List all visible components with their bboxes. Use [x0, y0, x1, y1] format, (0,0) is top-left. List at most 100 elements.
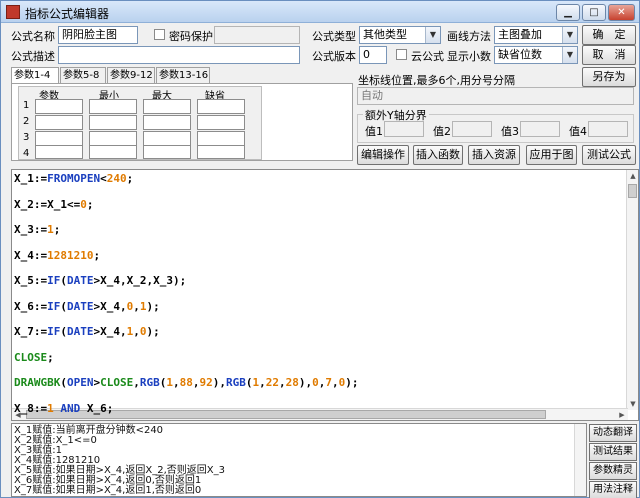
formula-version-label: 公式版本 [312, 50, 356, 63]
param-max-input[interactable] [143, 145, 191, 159]
param-max-input[interactable] [143, 99, 191, 114]
chevron-down-icon: ▼ [562, 27, 577, 43]
code-editor[interactable]: ▲ ▼ ◀ ▶ X_1:=FROMOPEN<240; X_2:=X_1<=0; X_… [11, 169, 639, 421]
translation-output[interactable]: X_1赋值:当前离开盘分钟数<240 X_2赋值:X_1<=0 X_3赋值:1 X_4… [11, 423, 587, 497]
formula-desc-label: 公式描述 [11, 50, 55, 63]
code-token: 1 [47, 401, 54, 415]
param-default-input[interactable] [197, 115, 245, 130]
cancel-button[interactable]: 取 消 [582, 45, 636, 65]
password-checkbox[interactable] [154, 29, 165, 40]
code-line: X_7:=IF(DATE>X_4,1,0); [14, 325, 160, 338]
test-formula-button[interactable]: 测试公式 [582, 145, 636, 165]
code-token: 1281210 [47, 248, 94, 262]
tab-params-1-4[interactable]: 参数1-4 [11, 67, 59, 83]
apply-to-chart-button[interactable]: 应用于图 [526, 145, 577, 165]
formula-version-input[interactable]: 0 [359, 46, 387, 64]
param-max-input[interactable] [143, 115, 191, 130]
draw-method-label: 画线方法 [447, 30, 491, 43]
code-line: X_3:=1; [14, 223, 60, 236]
formula-type-select[interactable]: 其他类型 ▼ [359, 26, 441, 44]
formula-type-value: 其他类型 [363, 28, 407, 41]
code-token: 92 [199, 376, 213, 389]
yaxis-value-2-input[interactable] [452, 121, 492, 137]
param-default-input[interactable] [197, 131, 245, 146]
param-row-number: 3 [23, 132, 30, 143]
param-default-input[interactable] [197, 145, 245, 159]
code-token: X_8:= [14, 401, 48, 415]
param-min-input[interactable] [89, 131, 137, 146]
maximize-button[interactable]: □ [582, 4, 606, 21]
formula-desc-input[interactable] [58, 46, 300, 64]
close-button[interactable]: ✕ [608, 4, 635, 21]
scroll-down-icon[interactable]: ▼ [627, 398, 638, 410]
coord-line-label: 坐标线位置,最多6个,用分号分隔 [358, 74, 515, 87]
ok-button[interactable]: 确 定 [582, 25, 636, 45]
output-vertical-scrollbar[interactable] [574, 424, 586, 496]
code-token: 0 [80, 197, 87, 211]
minimize-button[interactable]: ▁ [556, 4, 580, 21]
yaxis-value-1-input[interactable] [384, 121, 424, 137]
code-token: ); [345, 376, 359, 389]
code-token: , [278, 376, 286, 389]
param-name-input[interactable] [35, 99, 83, 114]
param-min-input[interactable] [89, 145, 137, 159]
tab-params-9-12[interactable]: 参数9-12 [107, 67, 155, 83]
code-token: >X_4,X_2,X_3); [93, 274, 187, 287]
code-token: ( [60, 376, 67, 389]
params-panel: 参数 最小 最大 缺省 1 2 3 4 [11, 83, 353, 161]
test-result-button[interactable]: 测试结果 [589, 443, 637, 461]
code-token: ( [60, 325, 67, 338]
save-as-button[interactable]: 另存为 [582, 67, 636, 87]
code-token: ), [298, 376, 313, 389]
draw-method-select[interactable]: 主图叠加 ▼ [494, 26, 578, 44]
yaxis-value-label: 值4 [569, 125, 587, 138]
coord-line-input[interactable]: 自动 [357, 87, 634, 105]
dynamic-translate-button[interactable]: 动态翻译 [589, 424, 637, 442]
param-name-input[interactable] [35, 131, 83, 146]
code-line: X_5:=IF(DATE>X_4,X_2,X_3); [14, 274, 186, 287]
formula-editor-window: 指标公式编辑器 ▁ □ ✕ 公式名称 阴阳脸主图 密码保护 公式类型 其他类型 … [0, 0, 640, 498]
code-token: 88 [179, 376, 193, 389]
code-token: X_4:= [14, 248, 48, 262]
cloud-formula-checkbox[interactable] [396, 49, 407, 60]
param-min-input[interactable] [89, 99, 137, 114]
yaxis-value-3-input[interactable] [520, 121, 560, 137]
tab-params-13-16[interactable]: 参数13-16 [156, 67, 210, 83]
param-default-input[interactable] [197, 99, 245, 114]
yaxis-value-4-input[interactable] [588, 121, 628, 137]
app-icon [6, 5, 20, 19]
editor-vertical-scrollbar[interactable]: ▲ ▼ [626, 170, 638, 410]
params-grid: 参数 最小 最大 缺省 1 2 3 4 [18, 86, 262, 160]
scroll-right-icon[interactable]: ▶ [616, 409, 628, 420]
param-name-input[interactable] [35, 145, 83, 159]
formula-name-input[interactable]: 阴阳脸主图 [58, 26, 138, 44]
decimals-select[interactable]: 缺省位数 ▼ [494, 46, 578, 64]
code-token: 240 [106, 172, 127, 185]
param-min-input[interactable] [89, 115, 137, 130]
param-name-input[interactable] [35, 115, 83, 130]
code-token: ; [47, 350, 54, 364]
param-wizard-button[interactable]: 参数精灵 [589, 462, 637, 480]
code-token: ); [146, 325, 160, 338]
edit-operation-button[interactable]: 编辑操作 [357, 145, 409, 165]
insert-function-button[interactable]: 插入函数 [413, 145, 463, 165]
code-token: CLOSE [100, 376, 134, 389]
code-token: IF [47, 274, 61, 287]
tab-params-5-8[interactable]: 参数5-8 [60, 67, 106, 83]
password-input[interactable] [214, 26, 300, 44]
usage-notes-button[interactable]: 用法注释 [589, 481, 637, 498]
title-bar[interactable]: 指标公式编辑器 ▁ □ ✕ [1, 1, 639, 23]
param-max-input[interactable] [143, 131, 191, 146]
insert-resource-button[interactable]: 插入资源 [468, 145, 520, 165]
code-token: RGB [139, 376, 160, 389]
output-line: X_7赋值:如果日期>X_4,返回1,否则返回0 [14, 485, 202, 496]
code-token: ; [93, 248, 101, 262]
code-token: >X_4, [93, 325, 127, 338]
password-label: 密码保护 [169, 30, 213, 43]
cloud-formula-label: 云公式 [411, 50, 444, 63]
code-line: X_8:=1 AND X_6; [14, 402, 113, 415]
code-token: CLOSE [14, 350, 48, 364]
editor-vscroll-thumb[interactable] [628, 184, 637, 198]
scroll-up-icon[interactable]: ▲ [627, 170, 638, 182]
formula-type-label: 公式类型 [312, 30, 356, 43]
